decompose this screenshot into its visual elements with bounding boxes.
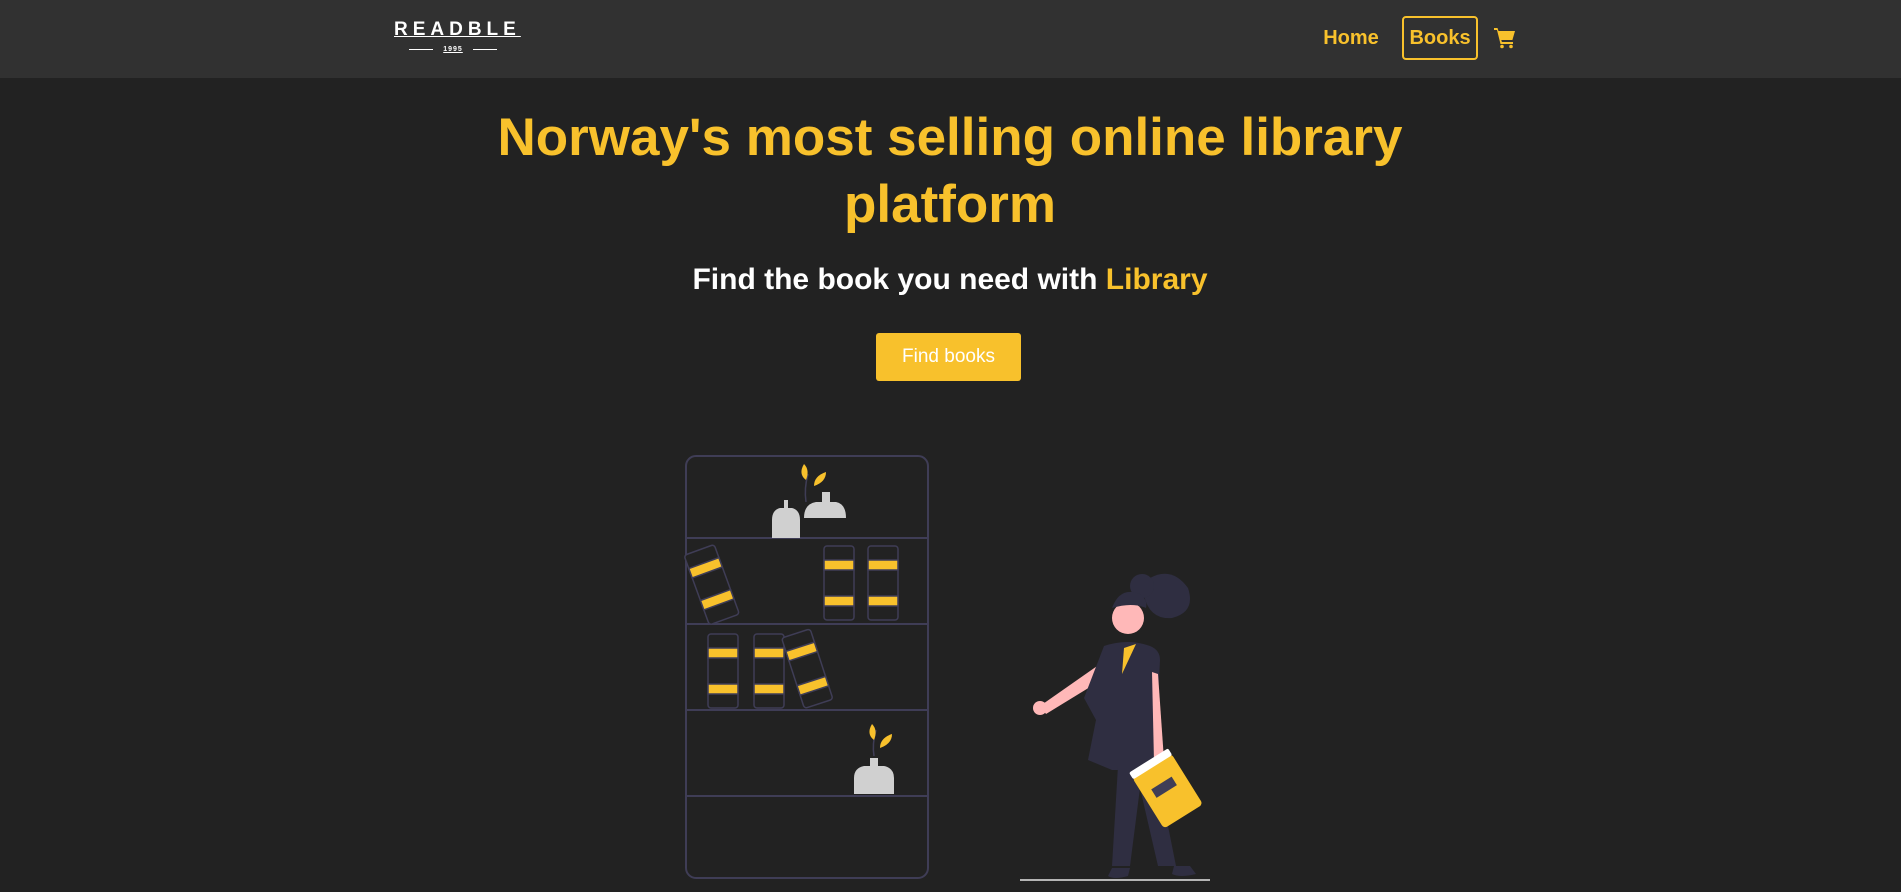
hero-subtitle-accent: Library <box>1105 263 1208 296</box>
hero-subtitle-text: Find the book you need with <box>692 263 1106 296</box>
hero-subtitle: Find the book you need with Library <box>450 260 1450 300</box>
brand-year: 1995 <box>443 46 463 53</box>
books-row-2 <box>707 628 833 709</box>
navbar: READBLE 1995 Home Books <box>0 0 1901 78</box>
logo-rule-left <box>409 49 434 50</box>
brand-year-row: 1995 <box>390 46 516 53</box>
logo-rule-right <box>472 49 497 50</box>
nav-books-link[interactable]: Books <box>1402 16 1478 60</box>
books-row-1 <box>684 544 899 625</box>
plant-bottom <box>854 724 894 794</box>
brand-logo[interactable]: READBLE 1995 <box>390 18 516 58</box>
cart-icon <box>1494 28 1515 49</box>
cart-button[interactable] <box>1493 26 1517 50</box>
brand-name: READBLE <box>394 19 521 40</box>
woman-figure <box>1020 573 1210 881</box>
nav-home-link[interactable]: Home <box>1316 16 1386 60</box>
library-illustration <box>684 455 1210 881</box>
find-books-button[interactable]: Find books <box>876 333 1021 381</box>
hero-title: Norway's most selling online library pla… <box>497 108 1403 234</box>
plant-top <box>772 464 846 538</box>
